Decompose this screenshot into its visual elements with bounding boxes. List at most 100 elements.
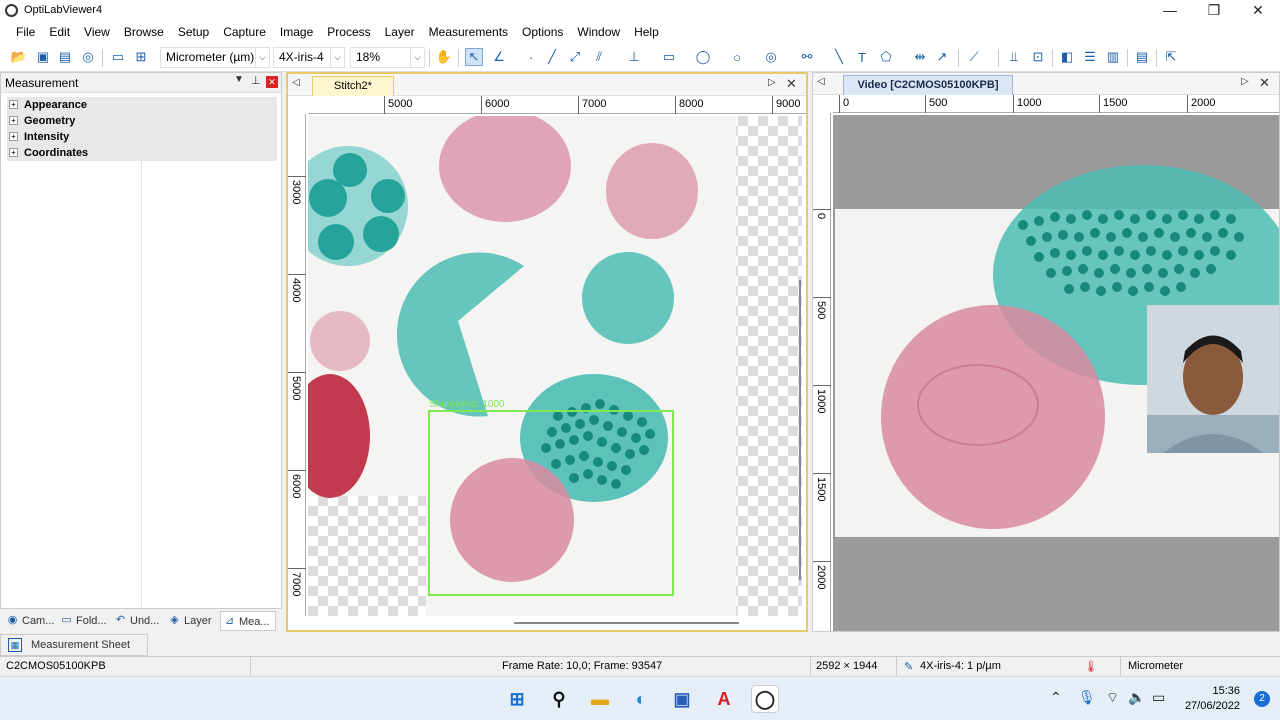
tree-item-intensity[interactable]: + Intensity [7,129,277,145]
polyline-tool-icon[interactable]: ⤢ [566,48,584,66]
panel-header: Measurement ▼ ⊥ ✕ [1,73,281,93]
clock[interactable]: 15:36 27/06/2022 [1185,684,1240,714]
link-tool-icon[interactable]: ⚯ [798,48,816,66]
menu-layer[interactable]: Layer [378,22,422,43]
expand-icon[interactable]: + [9,132,18,141]
menu-file[interactable]: File [9,22,42,43]
align-bottom-icon[interactable]: ⫫ [1005,48,1023,66]
tree-item-appearance[interactable]: + Appearance [7,97,277,113]
gallery-icon[interactable]: ▭ [109,48,127,66]
menu-measurements[interactable]: Measurements [422,22,515,43]
align-center-icon[interactable]: ☰ [1081,48,1099,66]
angle-tool-icon[interactable]: ∠ [490,48,508,66]
measurement-sheet-tab[interactable]: ▦ Measurement Sheet [0,634,148,656]
parallel-lines-icon[interactable]: ⫽ [590,48,608,66]
wifi-icon[interactable]: ⌔ [1106,689,1119,707]
minimize-button[interactable]: — [1148,0,1192,22]
live-video-canvas[interactable] [833,115,1279,631]
edge-browser-icon[interactable]: ◐ [627,685,655,713]
expand-icon[interactable]: + [9,148,18,157]
close-tab-icon[interactable]: ✕ [1259,75,1270,91]
close-tab-icon[interactable]: ✕ [786,76,797,92]
menu-capture[interactable]: Capture [216,22,273,43]
menu-options[interactable]: Options [515,22,570,43]
concentric-circle-icon[interactable]: ◎ [762,48,780,66]
capture-icon[interactable]: ◎ [79,48,97,66]
tray-chevron-icon[interactable]: ⌃ [1050,689,1062,706]
menu-view[interactable]: View [77,22,117,43]
line-tool-icon[interactable]: ╱ [543,48,561,66]
clock-date: 27/06/2022 [1184,700,1240,712]
tab-stitch[interactable]: Stitch2* [312,76,394,96]
tab-measurement[interactable]: ⊿ Mea... [220,611,276,631]
store-icon[interactable]: ▣ [668,685,696,713]
point-tool-icon[interactable]: · [522,48,540,66]
rectangle-tool-icon[interactable]: ▭ [660,48,678,66]
tab-layer[interactable]: ◈ Layer [166,611,211,631]
menu-image[interactable]: Image [273,22,320,43]
objective-select[interactable]: 4X-iris-4 ⌵ [273,47,345,68]
tree-item-coordinates[interactable]: + Coordinates [7,145,277,161]
menu-process[interactable]: Process [320,22,377,43]
search-icon[interactable]: ⚲ [545,685,573,713]
scroll-left-icon[interactable]: ◁ [292,77,300,88]
circle-tool-icon[interactable]: ○ [728,48,746,66]
optilab-app-icon[interactable]: ◯ [751,685,779,713]
pin-icon[interactable]: ⊥ [251,74,261,87]
stitched-image-canvas[interactable]: Sharpness: 1000 [308,116,802,616]
battery-icon[interactable]: ▭ [1152,689,1165,706]
menu-window[interactable]: Window [570,22,627,43]
scroll-right-icon[interactable]: ▷ [1241,76,1249,87]
horizontal-ruler: 0 500 1000 1500 2000 [833,95,1279,113]
chart-tool-icon[interactable]: ⟋ [965,48,983,66]
menu-setup[interactable]: Setup [171,22,216,43]
save-as-icon[interactable]: ▤ [56,48,74,66]
ellipse-tool-icon[interactable]: ◯ [694,48,712,66]
polygon-tool-icon[interactable]: ⬠ [877,48,895,66]
zoom-select[interactable]: 18% ⌵ [350,47,425,68]
vertical-scrollbar[interactable] [799,280,801,580]
open-folder-icon[interactable]: 📂 [10,48,28,66]
menu-bar: File Edit View Browse Setup Capture Image Proce… [0,22,1280,43]
acrobat-icon[interactable]: A [710,685,738,713]
tab-folder[interactable]: ▭ Fold... [58,611,106,631]
tree-item-geometry[interactable]: + Geometry [7,113,277,129]
close-button[interactable]: ✕ [1236,0,1280,22]
ruler-tick-label: 3000 [290,180,302,205]
panel-tabs: ◉ Cam... ▭ Fold... ↶ Und... ◈ Layer ⊿ Mea... [0,608,282,632]
menu-browse[interactable]: Browse [117,22,171,43]
pan-hand-icon[interactable]: ✋ [435,48,453,66]
volume-icon[interactable]: 🔈 [1128,689,1145,706]
panel-dropdown-icon[interactable]: ▼ [234,74,244,85]
scale-bar-icon[interactable]: ⇹ [911,48,929,66]
export-icon[interactable]: ⇱ [1162,48,1180,66]
maximize-button[interactable]: ❐ [1192,0,1236,22]
scroll-left-icon[interactable]: ◁ [817,76,825,87]
microphone-icon[interactable]: 🎙 [1078,689,1096,706]
expand-icon[interactable]: + [9,116,18,125]
unit-select[interactable]: Micrometer (µm) ⌵ [160,47,270,68]
tab-camera[interactable]: ◉ Cam... [4,611,55,631]
curve-tool-icon[interactable]: ╲ [830,48,848,66]
frame-icon[interactable]: ⊡ [1029,48,1047,66]
start-menu-icon[interactable]: ⊞ [503,685,531,713]
expand-icon[interactable]: + [9,100,18,109]
grid-icon[interactable]: ⊞ [132,48,150,66]
save-icon[interactable]: ▣ [34,48,52,66]
menu-help[interactable]: Help [627,22,666,43]
color-layers-icon[interactable]: ◧ [1058,48,1076,66]
arrow-tool-icon[interactable]: ↗ [933,48,951,66]
select-arrow-icon[interactable]: ↖ [465,48,483,66]
horizontal-scrollbar[interactable] [514,622,739,624]
text-tool-icon[interactable]: T [853,48,871,66]
columns-icon[interactable]: ▥ [1104,48,1122,66]
tab-undo[interactable]: ↶ Und... [112,611,159,631]
menu-edit[interactable]: Edit [42,22,77,43]
file-explorer-icon[interactable]: ▬ [586,685,614,713]
panel-close-icon[interactable]: ✕ [266,76,278,88]
perpendicular-icon[interactable]: ⊥ [625,48,643,66]
tab-video[interactable]: Video [C2CMOS05100KPB] [843,75,1013,95]
report-icon[interactable]: ▤ [1133,48,1151,66]
scroll-right-icon[interactable]: ▷ [768,77,776,88]
notification-badge[interactable]: 2 [1254,691,1270,707]
